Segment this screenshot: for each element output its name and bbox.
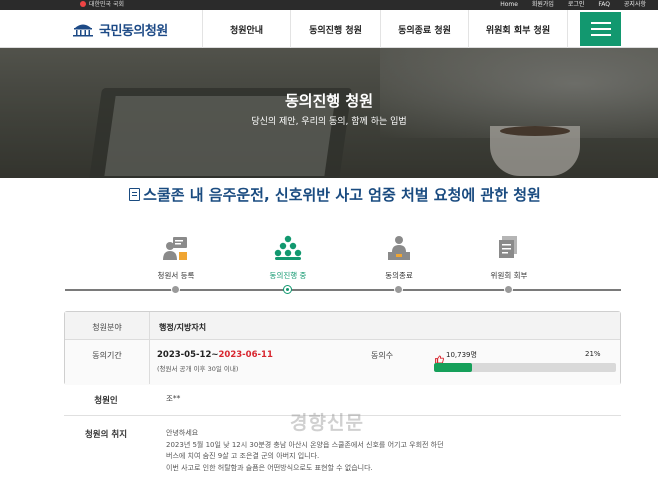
step-dot [504,285,513,294]
period-separator: ~ [211,350,219,360]
menu-line-icon [590,34,611,36]
table-divider [149,312,150,384]
hero-title: 동의진행 청원 [284,92,374,110]
hero-overlay [0,48,658,178]
documents-stack-icon [494,234,524,262]
assembly-building-icon [72,21,94,37]
agree-percent: 21% [585,350,601,358]
hero-subtitle: 당신의 제안, 우리의 동의, 함께 하는 입법 [251,117,407,127]
petitioner-label: 청원인 [94,396,118,406]
utility-links: Home 회원가입 로그인 FAQ 공지사항 [488,0,646,10]
people-group-icon [273,234,303,262]
menu-line-icon [590,22,611,24]
step-register: 청원서 등록 [131,234,221,281]
step-track [65,289,621,291]
step-closed: 동의종료 [354,234,444,281]
step-dot-active [283,285,292,294]
petition-info-table: 청원분야 행정/지방자치 동의기간 2023-05-12~2023-06-11 … [64,311,621,385]
agree-progress-fill [434,363,473,372]
agree-count-value: 10,739명 [446,351,477,359]
login-link[interactable]: 로그인 [568,1,585,8]
purpose-line: 버스에 치여 숨진 9살 고 조은결 군의 아버지 입니다. [166,452,320,460]
home-link[interactable]: Home [500,1,518,8]
step-committee: 위원회 회부 [464,234,554,281]
agree-count-label: 동의수 [371,351,394,360]
purpose-line: 이번 사고로 인한 허탈함과 슬픔은 어떤방식으로도 표현할 수 없습니다. [166,463,373,472]
logo-text: 국민동의청원 [99,23,168,39]
nav-closed-petitions[interactable]: 동의종료 청원 [380,10,468,48]
step-in-progress: 동의진행 중 [243,234,333,281]
step-label: 동의진행 중 [269,271,307,280]
site-logo[interactable]: 국민동의청원 [72,19,168,39]
person-desk-icon [384,234,414,262]
field-label: 청원분야 [92,323,122,332]
national-emblem-icon [80,1,86,7]
purpose-content: 안녕하세요 2023년 5월 10일 낮 12시 30분경 충남 아산시 온양읍… [166,428,606,474]
national-assembly-label[interactable]: 대한민국 국회 [80,0,124,10]
period-label: 동의기간 [92,351,122,360]
petitioner-name: 조** [166,394,181,403]
agree-progress-bar [434,363,616,372]
thumbs-up-icon [435,349,444,364]
main-nav: 청원안내 동의진행 청원 동의종료 청원 위원회 회부 청원 [202,10,568,48]
purpose-line: 2023년 5월 10일 낮 12시 30분경 충남 아산시 온양읍 스쿨존에서… [166,440,444,449]
document-register-icon [161,234,191,262]
menu-line-icon [590,28,611,30]
notice-link[interactable]: 공지사항 [624,1,646,8]
document-icon [129,188,141,201]
petition-title: 스쿨존 내 음주운전, 신호위반 사고 엄중 처벌 요청에 관한 청원 [100,184,570,206]
hero-banner: 동의진행 청원 당신의 제안, 우리의 동의, 함께 하는 입법 [0,48,658,178]
top-utility-bar: 대한민국 국회 Home 회원가입 로그인 FAQ 공지사항 [0,0,658,10]
period-value: 2023-05-12~2023-06-11 [157,350,273,360]
purpose-line: 안녕하세요 [166,429,199,437]
step-dot [394,285,403,294]
site-header: 국민동의청원 청원안내 동의진행 청원 동의종료 청원 위원회 회부 청원 [0,10,658,48]
field-value: 행정/지방자치 [159,323,207,332]
step-label: 위원회 회부 [490,271,528,280]
newspaper-watermark: 경향신문 [290,412,364,434]
hamburger-menu-button[interactable] [580,12,621,46]
purpose-label: 청원의 취지 [84,430,128,440]
step-label: 동의종료 [385,271,413,280]
period-end: 2023-06-11 [218,350,273,360]
petition-progress-steps: 청원서 등록 동의진행 중 동의종료 위원회 회부 [65,234,621,296]
petition-title-text: 스쿨존 내 음주운전, 신호위반 사고 엄중 처벌 요청에 관한 청원 [143,186,541,204]
faq-link[interactable]: FAQ [598,1,610,8]
period-note: (청원서 공개 이후 30일 이내) [157,365,239,373]
signup-link[interactable]: 회원가입 [532,1,554,8]
nav-petition-guide[interactable]: 청원안내 [202,10,290,48]
period-start: 2023-05-12 [157,350,212,360]
step-dot [171,285,180,294]
nav-ongoing-petitions[interactable]: 동의진행 청원 [290,10,380,48]
nav-committee-petitions[interactable]: 위원회 회부 청원 [468,10,568,48]
step-label: 청원서 등록 [157,271,195,280]
